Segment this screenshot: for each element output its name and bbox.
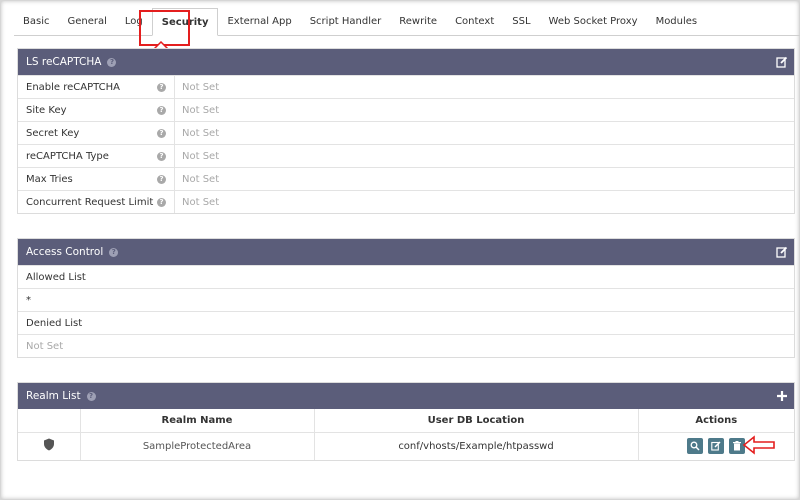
tab-basic[interactable]: Basic — [14, 9, 58, 35]
column-header-actions: Actions — [638, 409, 794, 433]
tab-general[interactable]: General — [58, 9, 115, 35]
realm-list-header: Realm List ? — [18, 383, 794, 409]
setting-value: Not Set — [174, 122, 794, 144]
tab-bar: Basic General Log Security External App … — [14, 8, 800, 36]
shield-icon — [43, 438, 54, 451]
realm-list-title: Realm List — [26, 390, 81, 402]
recaptcha-panel: LS reCAPTCHA ? Enable reCAPTCHA? Not Set… — [17, 48, 795, 214]
allowed-list-label: Allowed List — [18, 265, 794, 288]
question-circle-icon[interactable]: ? — [157, 174, 166, 184]
question-circle-icon[interactable]: ? — [157, 151, 166, 161]
column-header-user-db-location[interactable]: User DB Location — [314, 409, 639, 433]
denied-list-value: Not Set — [18, 334, 794, 357]
realm-table: Realm Name User DB Location Actions Samp… — [18, 409, 794, 460]
tab-ssl[interactable]: SSL — [503, 9, 539, 35]
setting-row: Concurrent Request Limit? Not Set — [18, 190, 794, 213]
column-header-icon — [18, 409, 81, 433]
zoom-in-icon — [690, 441, 700, 451]
plus-icon[interactable] — [776, 390, 788, 402]
setting-row: Site Key? Not Set — [18, 98, 794, 121]
question-circle-icon[interactable]: ? — [157, 128, 166, 138]
setting-value: Not Set — [174, 99, 794, 121]
edit-icon[interactable] — [776, 246, 788, 258]
realm-name-cell: SampleProtectedArea — [80, 432, 315, 460]
tab-modules[interactable]: Modules — [647, 9, 707, 35]
setting-row: Enable reCAPTCHA? Not Set — [18, 75, 794, 98]
access-control-header: Access Control ? — [18, 239, 794, 265]
edit-icon[interactable] — [776, 56, 788, 68]
setting-label: Concurrent Request Limit — [26, 196, 154, 208]
access-control-title: Access Control — [26, 246, 104, 258]
tab-script-handler[interactable]: Script Handler — [301, 9, 391, 35]
recaptcha-title: LS reCAPTCHA — [26, 56, 102, 68]
setting-label: Max Tries — [26, 173, 73, 185]
table-cell-icon — [18, 432, 81, 460]
tab-external-app[interactable]: External App — [218, 9, 300, 35]
trash-icon — [733, 441, 742, 451]
setting-value: Not Set — [174, 168, 794, 190]
edit-icon — [711, 441, 721, 451]
setting-label: Secret Key — [26, 127, 80, 139]
recaptcha-header: LS reCAPTCHA ? — [18, 49, 794, 75]
view-button[interactable] — [687, 438, 704, 455]
setting-label: reCAPTCHA Type — [26, 150, 109, 162]
annotation-left-arrow-icon — [742, 435, 775, 455]
setting-value: Not Set — [174, 76, 794, 98]
denied-list-label: Denied List — [18, 311, 794, 334]
access-control-panel: Access Control ? Allowed List * Denied L… — [17, 238, 795, 358]
setting-row: reCAPTCHA Type? Not Set — [18, 144, 794, 167]
question-circle-icon[interactable]: ? — [107, 57, 117, 67]
tab-rewrite[interactable]: Rewrite — [390, 9, 446, 35]
setting-row: Secret Key? Not Set — [18, 121, 794, 144]
setting-label: Enable reCAPTCHA — [26, 81, 121, 93]
realm-list-panel: Realm List ? Realm Name User DB Location… — [17, 382, 795, 461]
setting-value: Not Set — [174, 191, 794, 213]
question-circle-icon[interactable]: ? — [157, 105, 166, 115]
table-row: SampleProtectedArea conf/vhosts/Example/… — [18, 432, 794, 460]
allowed-list-value: * — [18, 288, 794, 311]
question-circle-icon[interactable]: ? — [86, 391, 96, 401]
user-db-location-cell: conf/vhosts/Example/htpasswd — [314, 432, 639, 460]
edit-button[interactable] — [708, 438, 725, 455]
question-circle-icon[interactable]: ? — [157, 82, 166, 92]
tab-context[interactable]: Context — [446, 9, 503, 35]
table-header-row: Realm Name User DB Location Actions — [18, 409, 794, 433]
question-circle-icon[interactable]: ? — [157, 197, 166, 207]
tab-web-socket-proxy[interactable]: Web Socket Proxy — [540, 9, 647, 35]
setting-row: Max Tries? Not Set — [18, 167, 794, 190]
setting-value: Not Set — [174, 145, 794, 167]
column-header-realm-name[interactable]: Realm Name — [80, 409, 315, 433]
setting-label: Site Key — [26, 104, 67, 116]
question-circle-icon[interactable]: ? — [109, 247, 119, 257]
